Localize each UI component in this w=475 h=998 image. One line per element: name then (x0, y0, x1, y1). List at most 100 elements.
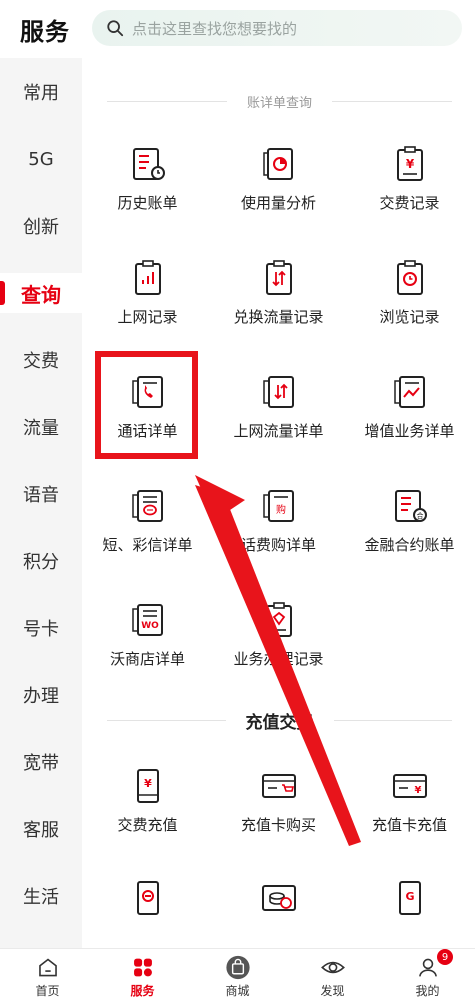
highlight-box (95, 351, 198, 459)
tile-label: 沃商店详单 (109, 650, 185, 668)
header: 服务 点击这里查找您想要找的 (0, 0, 475, 58)
tile-phone-recharge[interactable]: ¥ 交费充值 (82, 766, 213, 866)
internet-record-icon (134, 260, 161, 295)
wo-store-icon: WO (131, 604, 163, 636)
sidebar-item-voice[interactable]: 语音 (0, 474, 82, 514)
tile-label: 增值业务详单 (364, 422, 455, 440)
tile-label: 业务办理记录 (233, 650, 324, 668)
tile-partial-2[interactable] (213, 878, 344, 948)
section-header-bill: 账详单查询 (107, 89, 453, 113)
svg-text:G: G (405, 890, 414, 903)
nav-label: 商城 (225, 984, 250, 998)
tile-partial-1[interactable] (82, 878, 213, 948)
notification-badge: 9 (437, 949, 453, 965)
tile-exchange-data[interactable]: 兑换流量记录 (213, 258, 344, 358)
data-detail-icon (262, 376, 294, 408)
sidebar-item-broadband[interactable]: 宽带 (0, 742, 82, 782)
search-icon (107, 20, 124, 37)
section-title-recharge: 充值交费 (245, 712, 314, 733)
nav-discover[interactable]: 发现 (285, 949, 380, 998)
history-bill-icon (132, 148, 165, 180)
tile-service-record[interactable]: 业务办理记录 (213, 600, 344, 700)
sms-detail-icon (131, 490, 163, 522)
tile-label: 话费购详单 (240, 536, 316, 554)
tile-purchase-detail[interactable]: 购 话费购详单 (213, 486, 344, 586)
tile-card-recharge[interactable]: ¥ 充值卡充值 (344, 766, 475, 866)
finance-contract-icon: 合 (394, 490, 427, 522)
service-icon (133, 958, 152, 977)
tile-value-added-detail[interactable]: 增值业务详单 (344, 372, 475, 472)
discover-icon (320, 961, 345, 974)
value-added-icon (393, 376, 425, 408)
bottom-nav: 首页 服务 商城 发现 9 我的 (0, 948, 475, 998)
card-recharge-icon: ¥ (392, 774, 427, 798)
tile-wo-store-detail[interactable]: WO 沃商店详单 (82, 600, 213, 700)
svg-text:¥: ¥ (405, 157, 414, 171)
tile-label: 金融合约账单 (364, 536, 455, 554)
tile-partial-3[interactable]: G (344, 878, 475, 948)
tile-usage-analysis[interactable]: 使用量分析 (213, 144, 344, 244)
tile-sms-detail[interactable]: 短、彩信详单 (82, 486, 213, 586)
phone-recharge-icon: ¥ (136, 769, 159, 803)
nav-mall[interactable]: 商城 (190, 949, 285, 998)
section-header-recharge: 充值交费 (107, 708, 452, 733)
sidebar-item-sim[interactable]: 号卡 (0, 608, 82, 648)
coin-card-icon (261, 885, 296, 911)
svg-text:合: 合 (416, 511, 423, 520)
tile-label: 交费充值 (117, 816, 178, 834)
section-title-bill: 账详单查询 (247, 95, 313, 111)
sidebar-item-points[interactable]: 积分 (0, 541, 82, 581)
tile-card-purchase[interactable]: 充值卡购买 (213, 766, 344, 866)
nav-service[interactable]: 服务 (95, 949, 190, 998)
tile-data-detail[interactable]: 上网流量详单 (213, 372, 344, 472)
svg-text:购: 购 (276, 503, 286, 516)
browse-record-icon (396, 260, 423, 295)
tile-history-bill[interactable]: 历史账单 (82, 144, 213, 244)
search-bar[interactable]: 点击这里查找您想要找的 (92, 10, 462, 46)
payment-record-icon: ¥ (396, 146, 423, 181)
nav-label: 服务 (130, 984, 155, 998)
category-sidebar: 常用 5G 创新 查询 交费 流量 语音 积分 号卡 办理 宽带 客服 生活 (0, 58, 82, 948)
exchange-data-icon (265, 260, 292, 295)
tile-label: 上网记录 (117, 308, 178, 326)
tile-label: 兑换流量记录 (233, 308, 324, 326)
nav-home[interactable]: 首页 (0, 949, 95, 998)
tile-label: 历史账单 (117, 194, 178, 212)
sidebar-item-life[interactable]: 生活 (0, 876, 82, 916)
sidebar-item-5g[interactable]: 5G (0, 139, 82, 179)
service-record-icon (265, 602, 292, 637)
tile-payment-record[interactable]: ¥ 交费记录 (344, 144, 475, 244)
phone-g-icon: G (398, 881, 421, 915)
phone-stop-icon (136, 881, 159, 915)
tile-browse-record[interactable]: 浏览记录 (344, 258, 475, 358)
nav-label: 我的 (415, 984, 440, 998)
tile-label: 充值卡充值 (371, 816, 447, 834)
tile-label: 短、彩信详单 (102, 536, 193, 554)
sidebar-item-customer-service[interactable]: 客服 (0, 809, 82, 849)
tile-label: 上网流量详单 (233, 422, 324, 440)
nav-profile[interactable]: 9 我的 (380, 949, 475, 998)
nav-label: 发现 (320, 984, 345, 998)
tile-label: 交费记录 (379, 194, 440, 212)
sidebar-item-innovation[interactable]: 创新 (0, 206, 82, 246)
page-title: 服务 (20, 18, 70, 46)
tile-label: 浏览记录 (379, 308, 440, 326)
purchase-detail-icon: 购 (262, 490, 294, 522)
card-purchase-icon (261, 774, 296, 798)
mall-icon (225, 955, 250, 980)
svg-text:¥: ¥ (144, 777, 152, 790)
sidebar-item-common[interactable]: 常用 (0, 72, 82, 112)
sidebar-item-payment[interactable]: 交费 (0, 340, 82, 380)
home-icon (38, 958, 57, 977)
sidebar-item-query[interactable]: 查询 (0, 273, 82, 313)
sidebar-item-handle[interactable]: 办理 (0, 675, 82, 715)
search-placeholder: 点击这里查找您想要找的 (132, 19, 298, 38)
nav-label: 首页 (35, 984, 60, 998)
svg-text:¥: ¥ (414, 785, 421, 796)
svg-text:WO: WO (141, 621, 159, 631)
tile-finance-contract[interactable]: 合 金融合约账单 (344, 486, 475, 586)
sidebar-item-data[interactable]: 流量 (0, 407, 82, 447)
tile-label: 使用量分析 (240, 194, 316, 212)
usage-analysis-icon (262, 148, 293, 180)
tile-internet-record[interactable]: 上网记录 (82, 258, 213, 358)
